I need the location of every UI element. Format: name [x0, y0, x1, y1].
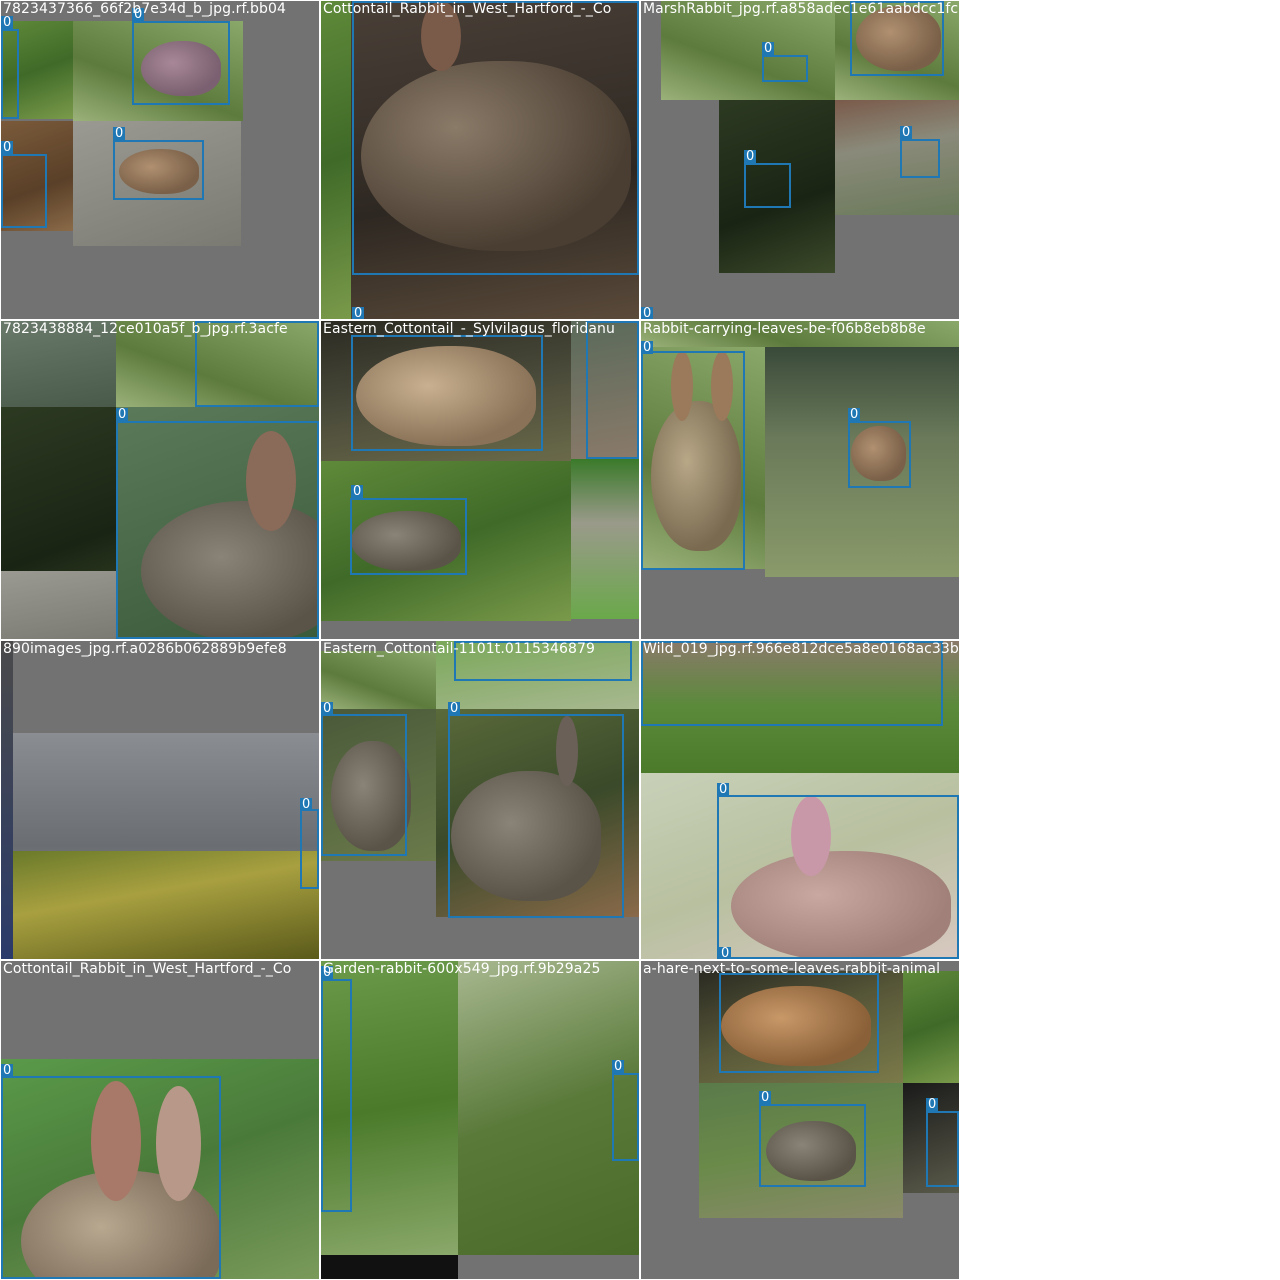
tile-title: Rabbit-carrying-leaves-be-f06b8eb8b8e [643, 321, 926, 337]
mosaic-tile: 0 0 Eastern_Cottontail_-_Sylvilagus_flor… [321, 321, 639, 639]
mosaic-tile: 0 890images_jpg.rf.a0286b062889b9efe8 [1, 641, 319, 959]
tile-title: a-hare-next-to-some-leaves-rabbit-animal [643, 961, 941, 977]
bounding-box [321, 979, 352, 1212]
bounding-box [116, 421, 319, 639]
mosaic-tile: 0 0 Rabbit-carrying-leaves-be-f06b8eb8b8… [641, 321, 959, 639]
bounding-box [744, 163, 791, 208]
tile-title: 7823438884_12ce010a5f_b_jpg.rf.3acfe [3, 321, 288, 337]
box-label: 0 [641, 306, 654, 319]
photo [835, 100, 959, 215]
bounding-box [848, 421, 911, 488]
box-label: 0 [926, 1097, 939, 1112]
box-label: 0 [352, 306, 365, 319]
box-label: 0 [1, 1063, 14, 1078]
mosaic-tile: 0 0 0 0 MarshRabbit_jpg.rf.a858adec1e61a… [641, 1, 959, 319]
mosaic-tile: 0 Cottontail_Rabbit_in_West_Hartford_-_C… [1, 961, 319, 1279]
tile-title: Eastern_Cottontail_-_Sylvilagus_floridan… [323, 321, 615, 337]
mosaic-tile: 0 Cottontail_Rabbit_in_West_Hartford_-_C… [321, 1, 639, 319]
tile-title: Cottontail_Rabbit_in_West_Hartford_-_Co [3, 961, 292, 977]
bounding-box [448, 714, 624, 918]
bounding-box [300, 809, 319, 889]
photo [903, 971, 959, 1083]
photo [1, 571, 116, 639]
bounding-box [321, 714, 407, 856]
box-label: 0 [351, 484, 364, 499]
mosaic-tile: 0 0 7823438884_12ce010a5f_b_jpg.rf.3acfe [1, 321, 319, 639]
box-label: 0 [759, 1090, 772, 1105]
bounding-box [719, 973, 879, 1073]
box-label: 0 [116, 407, 129, 422]
box-label: 0 [113, 126, 126, 141]
box-label: 0 [848, 407, 861, 422]
tile-title: 890images_jpg.rf.a0286b062889b9efe8 [3, 641, 287, 657]
bounding-box [586, 321, 639, 459]
box-label: 0 [762, 41, 775, 56]
mosaic-tile: 0 0 Garden-rabbit-600x549_jpg.rf.9b29a25 [321, 961, 639, 1279]
photo [1, 641, 13, 959]
tile-title: Cottontail_Rabbit_in_West_Hartford_-_Co [323, 1, 612, 17]
bounding-box [717, 795, 959, 959]
box-label: 0 [641, 340, 654, 355]
box-label: 0 [448, 701, 461, 716]
bounding-box [350, 498, 467, 575]
bounding-box [352, 1, 639, 275]
photo [321, 1255, 458, 1279]
tile-title: 7823437366_66f2b7e34d_b_jpg.rf.bb04 [3, 1, 287, 17]
mosaic-tile: 0 0 0 0 7823437366_66f2b7e34d_b_jpg.rf.b… [1, 1, 319, 319]
bounding-box [900, 139, 940, 178]
bounding-box [641, 351, 745, 570]
bounding-box [1, 1076, 221, 1279]
tile-title: Eastern_Cottontail-1101t.0115346879 [323, 641, 596, 657]
box-label: 0 [321, 701, 334, 716]
tile-title: Wild_019_jpg.rf.966e812dce5a8e0168ac33b1 [643, 641, 959, 657]
bounding-box [351, 335, 543, 451]
bounding-box [612, 1073, 639, 1161]
box-label: 0 [900, 125, 913, 140]
mosaic-grid: 0 0 0 0 7823437366_66f2b7e34d_b_jpg.rf.b… [0, 0, 960, 1280]
box-label: 0 [744, 149, 757, 164]
bounding-box [1, 154, 47, 228]
photo [321, 1, 351, 319]
mosaic-tile: 0 0 Wild_019_jpg.rf.966e812dce5a8e0168ac… [641, 641, 959, 959]
bounding-box [762, 55, 808, 82]
tile-title: Garden-rabbit-600x549_jpg.rf.9b29a25 [323, 961, 601, 977]
bounding-box [759, 1104, 866, 1187]
bounding-box [1, 29, 19, 119]
photo [13, 851, 319, 959]
bounding-box [926, 1111, 959, 1187]
box-label: 0 [719, 946, 732, 959]
box-label: 0 [1, 140, 14, 155]
photo [321, 651, 436, 709]
bounding-box [113, 140, 204, 200]
box-label: 0 [612, 1059, 625, 1074]
photo [571, 459, 639, 619]
tile-title: MarshRabbit_jpg.rf.a858adec1e61aabdcc1fc [643, 1, 959, 17]
box-label: 0 [717, 782, 730, 797]
bounding-box [132, 21, 230, 105]
box-label: 0 [300, 797, 313, 812]
mosaic-tile: 0 0 a-hare-next-to-some-leaves-rabbit-an… [641, 961, 959, 1279]
mosaic-tile: 0 0 0 Eastern_Cottontail-1101t.011534687… [321, 641, 639, 959]
